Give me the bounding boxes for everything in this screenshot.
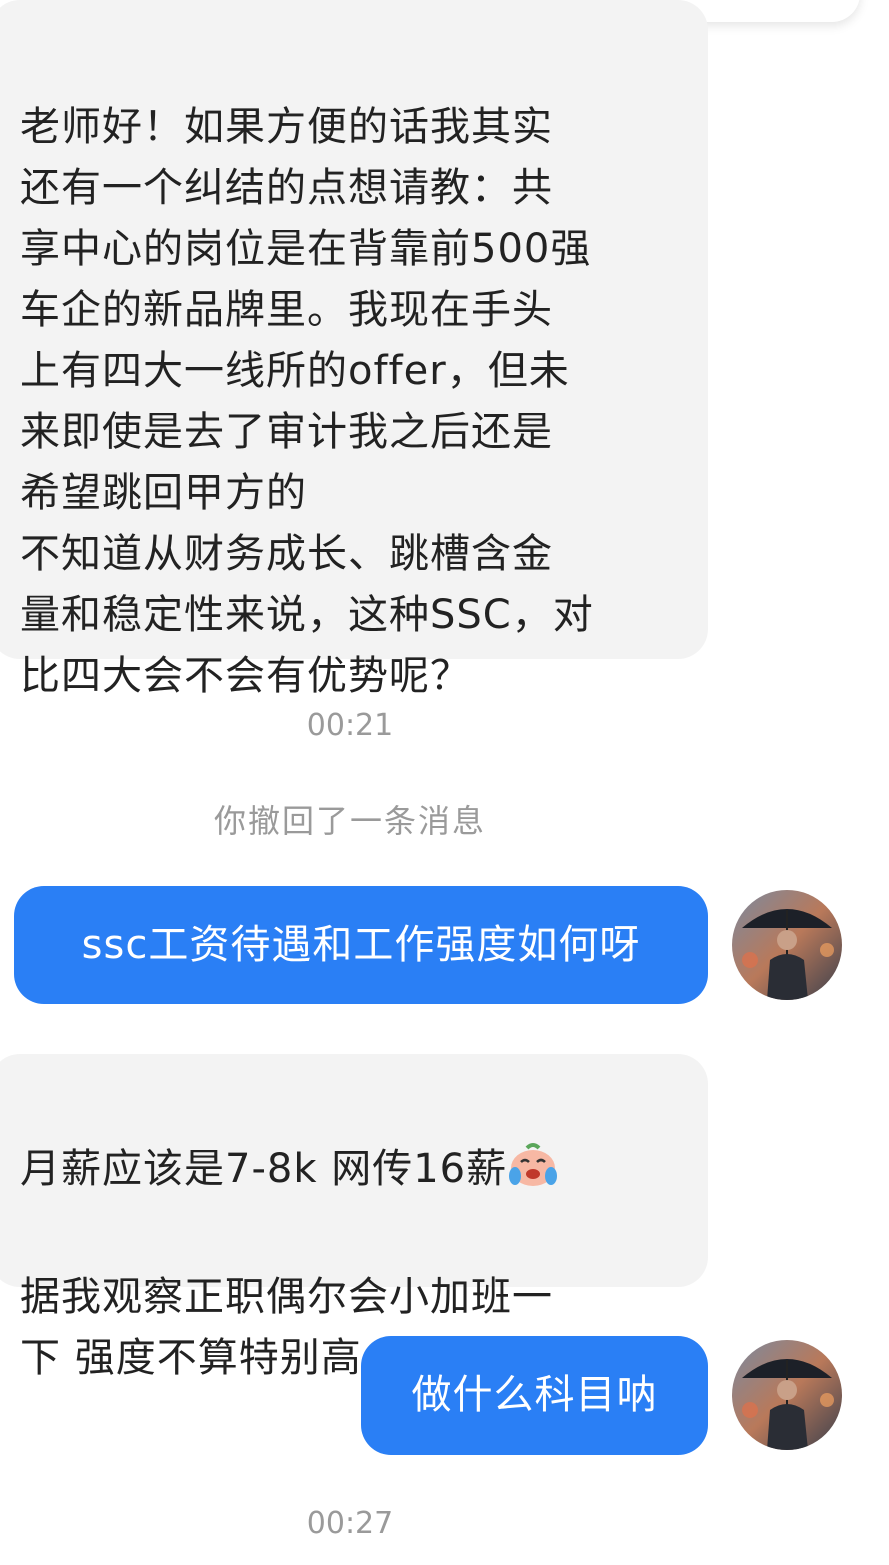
man-with-umbrella-avatar-icon [732,1340,842,1450]
message-text: 老师好！如果方便的话我其实 还有一个纠结的点想请教：共 享中心的岗位是在背靠前5… [20,104,594,699]
message-text: 月薪应该是7-8k 网传16薪 [20,1146,508,1192]
message-text: ssc工资待遇和工作强度如何呀 [81,921,641,968]
man-with-umbrella-avatar-icon [732,890,842,1000]
timestamp: 00:21 [306,708,394,743]
chat-view: 老师好！如果方便的话我其实 还有一个纠结的点想请教：共 享中心的岗位是在背靠前5… [0,0,889,1565]
message-text: 做什么科目呐 [411,1372,658,1418]
outgoing-message-bubble[interactable]: ssc工资待遇和工作强度如何呀 [14,886,708,1004]
incoming-message-bubble[interactable]: 月薪应该是7-8k 网传16薪 据我观察正职偶尔会小加班一 下 强度不算特别高 [0,1054,708,1381]
outgoing-message-bubble[interactable]: 做什么科目呐 [361,1336,708,1455]
incoming-message-bubble[interactable]: 老师好！如果方便的话我其实 还有一个纠结的点想请教：共 享中心的岗位是在背靠前5… [0,0,708,699]
timestamp: 00:27 [306,1506,394,1541]
user-avatar[interactable] [732,1340,842,1450]
recall-notice: 你撤回了一条消息 [213,802,486,840]
crying-laughing-emoji-icon [507,1140,559,1206]
user-avatar[interactable] [732,890,842,1000]
